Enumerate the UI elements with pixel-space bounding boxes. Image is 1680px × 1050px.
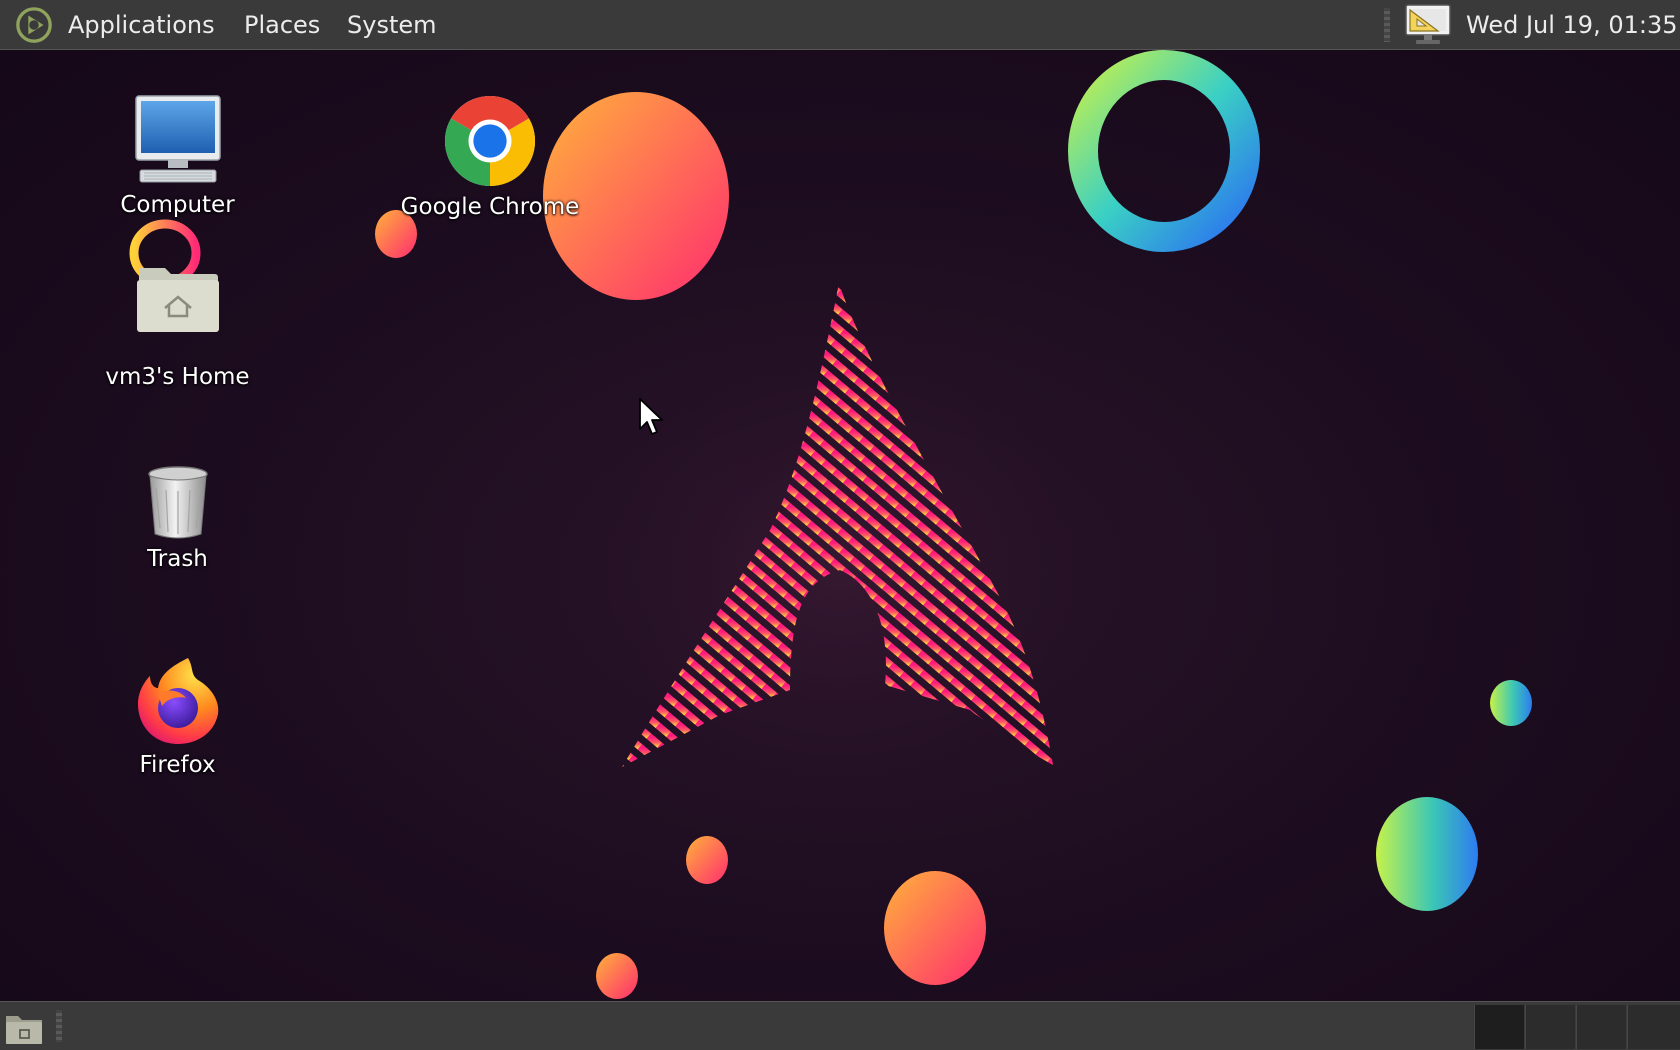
computer-icon — [134, 95, 221, 183]
desktop-icon-firefox[interactable]: Firefox — [120, 654, 235, 778]
desktop-icon-label: vm3's Home — [105, 364, 250, 390]
desktop-icon-trash[interactable]: Trash — [120, 466, 235, 572]
chrome-icon — [444, 95, 536, 187]
desktop[interactable]: Computer Google Chrome vm3's Home Trash … — [0, 50, 1680, 1001]
desktop-icon-label: Computer — [120, 192, 235, 218]
home-folder-icon — [136, 268, 219, 332]
workspace-1[interactable] — [1474, 1005, 1524, 1049]
desktop-icon-home[interactable]: vm3's Home — [90, 258, 265, 390]
panel-drag-handle[interactable] — [1384, 8, 1390, 42]
show-desktop-icon[interactable] — [4, 1010, 44, 1046]
mouse-pointer-icon — [639, 398, 663, 435]
firefox-icon — [137, 658, 218, 744]
desktop-icon-computer[interactable]: Computer — [100, 94, 255, 218]
clock[interactable]: Wed Jul 19, 01:35 — [1466, 10, 1678, 40]
workspace-2[interactable] — [1525, 1005, 1575, 1049]
menu-applications[interactable]: Applications — [68, 10, 215, 40]
trash-icon — [147, 466, 208, 539]
desktop-icon-google-chrome[interactable]: Google Chrome — [385, 94, 595, 220]
workspace-3[interactable] — [1576, 1005, 1626, 1049]
panel-drag-handle[interactable] — [56, 1010, 62, 1042]
desktop-icon-label: Trash — [147, 546, 208, 572]
menu-places[interactable]: Places — [244, 10, 320, 40]
display-settings-icon[interactable] — [1404, 1, 1452, 47]
desktop-icon-label: Firefox — [139, 752, 216, 778]
top-panel: Applications Places System Wed Jul 19, 0… — [0, 0, 1680, 50]
workspace-4[interactable] — [1627, 1005, 1680, 1049]
menu-system[interactable]: System — [347, 10, 437, 40]
desktop-icon-label: Google Chrome — [400, 194, 580, 220]
bottom-panel — [0, 1001, 1680, 1050]
mate-menu-icon[interactable] — [14, 6, 54, 44]
